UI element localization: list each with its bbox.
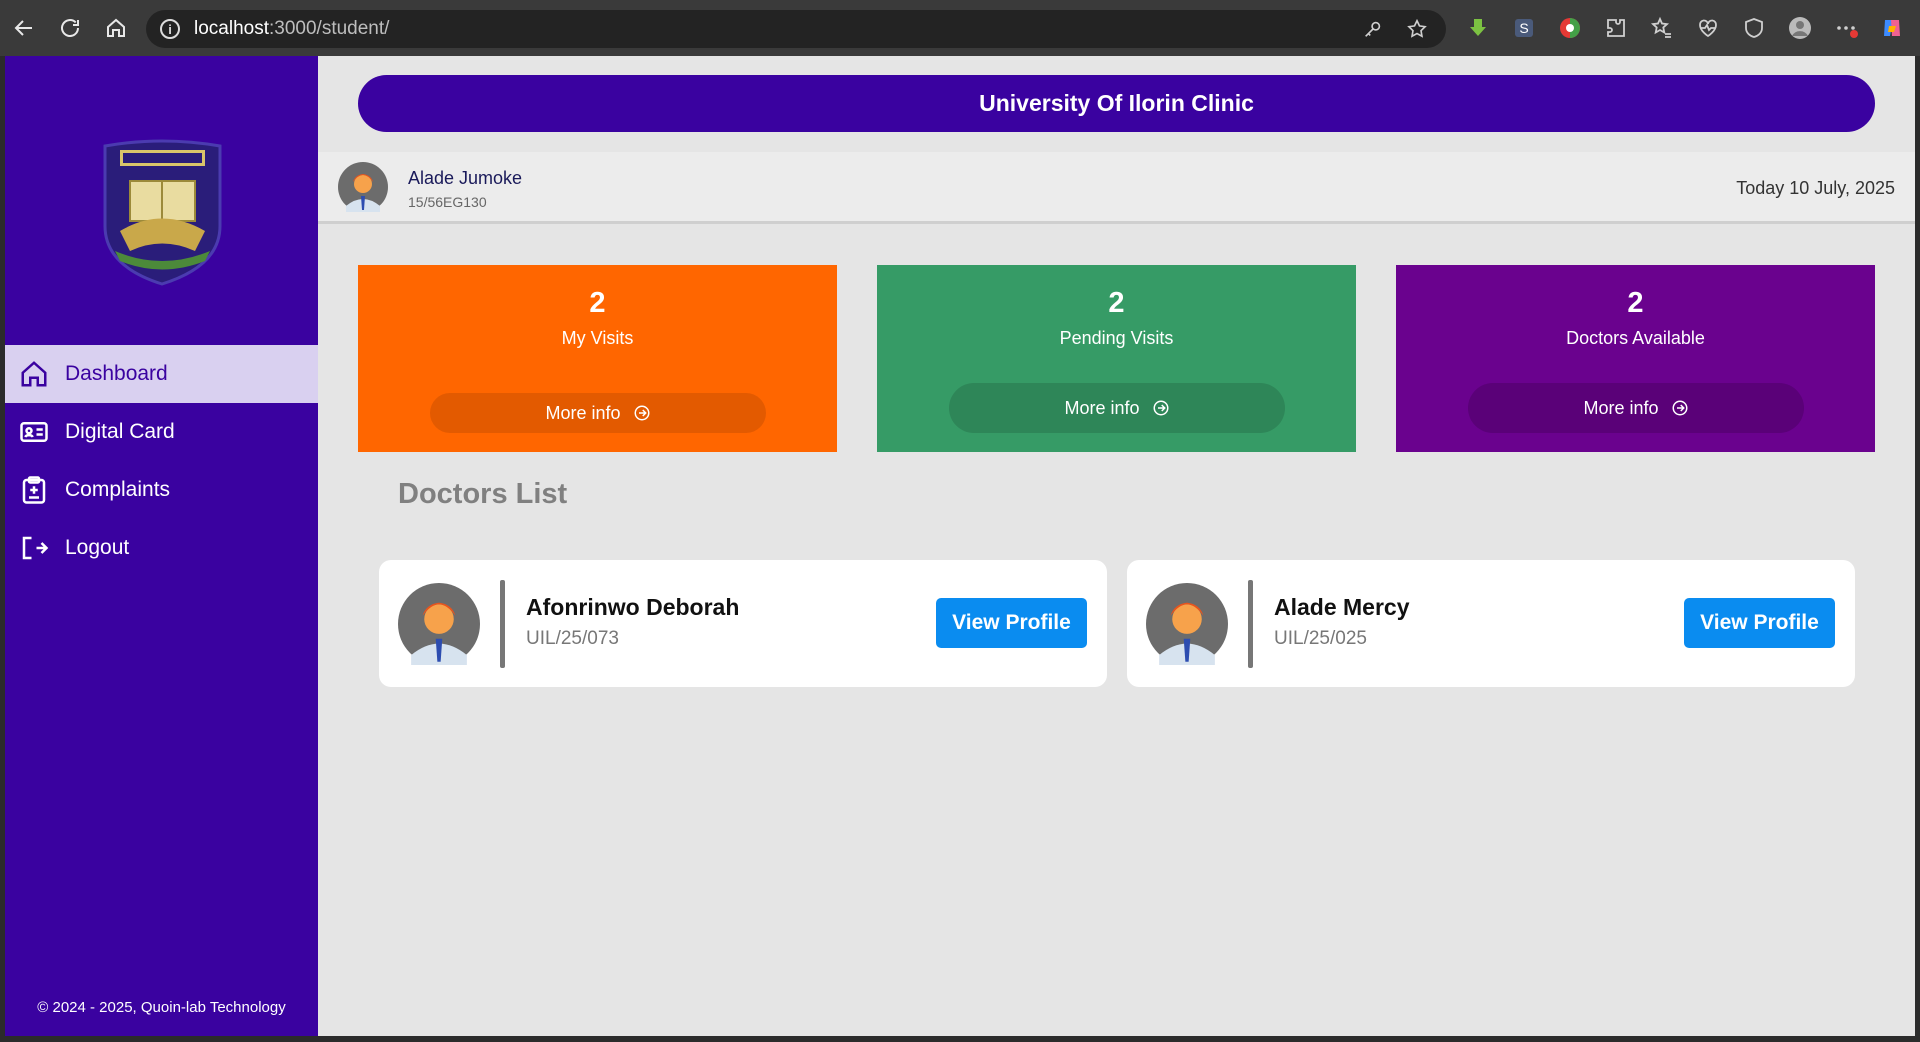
today-date: Today 10 July, 2025 bbox=[1736, 178, 1895, 198]
stat-card-pending-visits: 2 Pending Visits More info bbox=[877, 265, 1356, 452]
sidebar-item-digital-card[interactable]: Digital Card bbox=[5, 403, 318, 461]
stat-value: 2 bbox=[589, 287, 606, 319]
sidebar-item-label: Complaints bbox=[65, 478, 171, 501]
arrow-circle-right-icon bbox=[1153, 400, 1169, 416]
doctors-list-title: Doctors List bbox=[398, 478, 568, 510]
health-icon[interactable] bbox=[1694, 14, 1722, 42]
sidebar: Dashboard Digital Card Complaints Logout… bbox=[5, 56, 318, 1036]
more-info-label: More info bbox=[1064, 397, 1140, 418]
arrow-left-icon bbox=[14, 20, 32, 36]
more-info-button[interactable]: More info bbox=[949, 383, 1285, 433]
view-profile-button[interactable]: View Profile bbox=[1684, 598, 1835, 648]
url-host: localhost bbox=[194, 18, 269, 39]
user-name: Alade Jumoke bbox=[408, 168, 523, 188]
more-info-label: More info bbox=[1583, 397, 1659, 418]
arrow-circle-right-icon bbox=[1672, 400, 1688, 416]
reload-icon bbox=[61, 19, 79, 37]
more-menu-icon[interactable] bbox=[1832, 14, 1860, 42]
home-button[interactable] bbox=[94, 6, 138, 50]
star-icon[interactable] bbox=[1406, 18, 1428, 40]
doctor-card: Afonrinwo Deborah UIL/25/073 View Profil… bbox=[379, 560, 1107, 687]
avatar bbox=[338, 162, 388, 212]
sidebar-item-complaints[interactable]: Complaints bbox=[5, 461, 318, 519]
key-icon[interactable] bbox=[1362, 18, 1384, 40]
stat-value: 2 bbox=[1108, 287, 1125, 319]
download-icon[interactable] bbox=[1464, 14, 1492, 42]
copilot-icon[interactable] bbox=[1878, 14, 1906, 42]
sidebar-item-dashboard[interactable]: Dashboard bbox=[5, 345, 318, 403]
user-bar: Alade Jumoke 15/56EG130 Today 10 July, 2… bbox=[318, 152, 1915, 224]
user-matric-number: 15/56EG130 bbox=[408, 194, 487, 210]
doctor-id: UIL/25/025 bbox=[1274, 628, 1367, 649]
more-info-button[interactable]: More info bbox=[430, 393, 766, 433]
home-icon bbox=[21, 361, 47, 387]
puzzle-icon[interactable] bbox=[1602, 14, 1630, 42]
window-frame-bottom bbox=[0, 1036, 1920, 1042]
doctor-card: Alade Mercy UIL/25/025 View Profile bbox=[1127, 560, 1855, 687]
sidebar-menu: Dashboard Digital Card Complaints Logout bbox=[5, 345, 318, 577]
stat-card-my-visits: 2 My Visits More info bbox=[358, 265, 837, 452]
divider bbox=[1248, 580, 1253, 668]
color-extension-icon[interactable] bbox=[1556, 14, 1584, 42]
divider bbox=[500, 580, 505, 668]
stat-label: My Visits bbox=[561, 328, 634, 348]
profile-icon[interactable] bbox=[1786, 14, 1814, 42]
doctor-name: Alade Mercy bbox=[1274, 594, 1410, 620]
clipboard-icon bbox=[22, 476, 46, 504]
main-content: University Of Ilorin Clinic Alade Jumoke… bbox=[318, 56, 1915, 1036]
stat-label: Pending Visits bbox=[1059, 328, 1174, 348]
sidebar-item-label: Dashboard bbox=[65, 362, 168, 385]
sidebar-item-label: Logout bbox=[65, 536, 130, 559]
home-icon bbox=[107, 18, 125, 37]
more-info-label: More info bbox=[545, 402, 621, 423]
university-logo bbox=[103, 139, 222, 286]
reload-button[interactable] bbox=[48, 6, 92, 50]
browser-toolbar: i localhost:3000/student/ S bbox=[0, 0, 1920, 56]
avatar bbox=[398, 583, 480, 665]
view-profile-button[interactable]: View Profile bbox=[936, 598, 1087, 648]
avatar bbox=[1146, 583, 1228, 665]
sidebar-item-label: Digital Card bbox=[65, 420, 175, 443]
address-bar[interactable]: i localhost:3000/student/ bbox=[146, 10, 1446, 48]
more-info-button[interactable]: More info bbox=[1468, 383, 1804, 433]
shield-icon[interactable] bbox=[1740, 14, 1768, 42]
s-extension-icon[interactable]: S bbox=[1510, 14, 1538, 42]
arrow-circle-right-icon bbox=[634, 405, 650, 421]
info-icon[interactable]: i bbox=[160, 19, 180, 39]
stat-label: Doctors Available bbox=[1566, 328, 1705, 348]
stat-card-doctors-available: 2 Doctors Available More info bbox=[1396, 265, 1875, 452]
id-card-icon bbox=[20, 422, 48, 442]
doctor-id: UIL/25/073 bbox=[526, 628, 619, 649]
url-path: :3000/student/ bbox=[269, 18, 390, 39]
copyright-footer: © 2024 - 2025, Quoin-lab Technology bbox=[37, 999, 286, 1016]
back-button[interactable] bbox=[2, 6, 46, 50]
page-viewport: Dashboard Digital Card Complaints Logout… bbox=[5, 56, 1915, 1036]
sidebar-item-logout[interactable]: Logout bbox=[5, 519, 318, 577]
svg-text:S: S bbox=[1519, 20, 1528, 36]
favorites-icon[interactable] bbox=[1648, 14, 1676, 42]
stat-value: 2 bbox=[1627, 287, 1644, 319]
logout-icon bbox=[22, 536, 49, 560]
clinic-banner: University Of Ilorin Clinic bbox=[358, 75, 1875, 132]
doctor-name: Afonrinwo Deborah bbox=[526, 594, 740, 620]
